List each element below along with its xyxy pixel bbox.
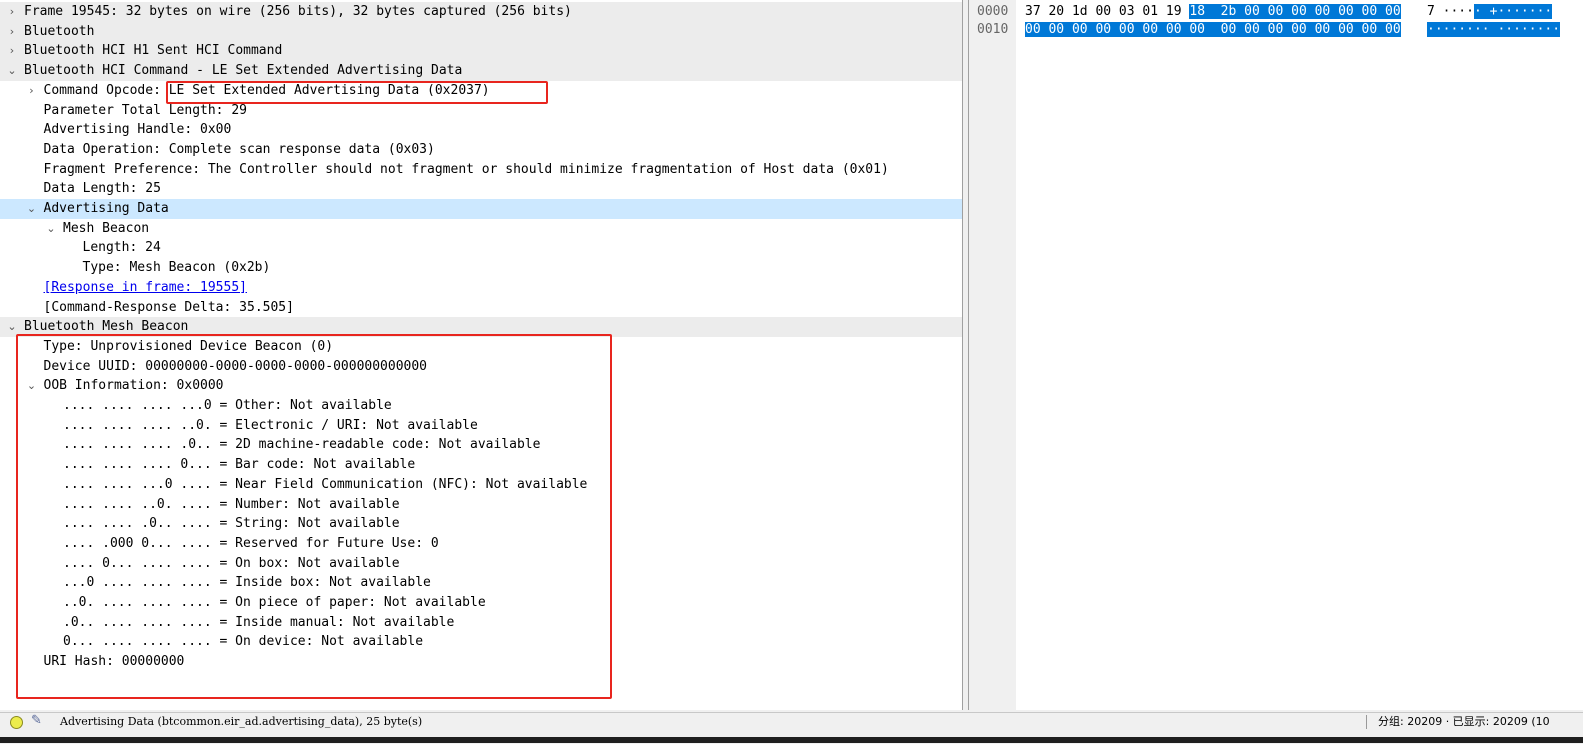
annotation-box-opcode [166, 81, 548, 104]
tree-row-label: Advertising Handle: 0x00 [43, 122, 232, 138]
tree-row[interactable]: [Response in frame: 19555] [0, 278, 962, 298]
chevron-right-icon[interactable]: › [6, 22, 18, 42]
tree-row-label: [Command-Response Delta: 35.505] [43, 299, 294, 315]
packet-bytes-pane[interactable]: 0000 0010 37 20 1d 00 03 01 19 18 2b 00 0… [968, 0, 1583, 710]
tree-row-label: Mesh Beacon [63, 220, 150, 236]
hex-offset: 0000 [977, 4, 1009, 19]
tree-row[interactable]: Length: 24 [0, 238, 962, 258]
tree-row-label: Advertising Data [43, 201, 169, 216]
hex-offset-column: 0000 0010 [969, 0, 1016, 710]
taskbar-strip [0, 737, 1583, 743]
tree-row-label: Data Length: 25 [43, 181, 161, 197]
tree-row[interactable]: ⌄ Bluetooth HCI Command - LE Set Extended… [0, 61, 962, 82]
chevron-down-icon[interactable]: ⌄ [6, 61, 18, 81]
tree-row-label: Frame 19545: 32 bytes on wire (256 bits)… [24, 4, 572, 19]
chevron-right-icon[interactable]: › [6, 2, 18, 22]
status-packets-info: 分组: 20209 · 已显示: 20209 (10 [1378, 715, 1550, 728]
hex-bytes-line[interactable]: 00 00 00 00 00 00 00 00 00 00 00 00 00 0… [1025, 21, 1401, 39]
edit-comment-icon[interactable]: ✎ [31, 713, 47, 729]
hex-ascii-line[interactable]: ········ ········ [1427, 21, 1561, 39]
tree-row[interactable]: Fragment Preference: The Controller shou… [0, 160, 962, 180]
hex-bytes-line[interactable]: 37 20 1d 00 03 01 19 18 2b 00 00 00 00 0… [1025, 3, 1401, 21]
tree-row[interactable]: Data Length: 25 [0, 179, 962, 199]
tree-row-label: Bluetooth HCI H1 Sent HCI Command [24, 43, 283, 59]
tree-row-label: Type: Mesh Beacon (0x2b) [82, 260, 271, 276]
hex-bytes-highlighted[interactable]: 00 00 00 00 00 00 00 00 00 00 00 00 00 0… [1025, 22, 1401, 37]
tree-row[interactable]: [Command-Response Delta: 35.505] [0, 298, 962, 318]
annotation-box-mesh-beacon [16, 334, 612, 699]
tree-row[interactable]: › Frame 19545: 32 bytes on wire (256 bits… [0, 2, 962, 22]
tree-row-label: Bluetooth HCI Command - LE Set Extended … [24, 63, 463, 79]
status-led-icon[interactable] [10, 716, 23, 729]
chevron-down-icon[interactable]: ⌄ [26, 199, 38, 219]
hex-ascii-highlighted[interactable]: ········ ········ [1427, 22, 1561, 37]
tree-row[interactable]: › Bluetooth HCI H1 Sent HCI Command [0, 41, 962, 62]
tree-row[interactable]: Type: Mesh Beacon (0x2b) [0, 258, 962, 278]
tree-row[interactable]: › Bluetooth [0, 21, 962, 42]
tree-row[interactable]: Advertising Handle: 0x00 [0, 120, 962, 140]
tree-row[interactable]: ⌄ Mesh Beacon [0, 219, 962, 239]
hex-ascii-highlighted[interactable]: · +······· [1473, 4, 1553, 19]
tree-row-label: Fragment Preference: The Controller shou… [43, 161, 889, 177]
chevron-right-icon[interactable]: › [26, 81, 38, 101]
hex-ascii-line[interactable]: 7 ····· +······· [1427, 3, 1553, 21]
tree-row-label: Data Operation: Complete scan response d… [43, 141, 435, 157]
tree-row[interactable]: Data Operation: Complete scan response d… [0, 140, 962, 160]
hex-ascii-plain[interactable]: 7 ···· [1427, 4, 1474, 19]
response-frame-link[interactable]: [Response in frame: 19555] [44, 278, 248, 298]
chevron-right-icon[interactable]: › [6, 41, 18, 61]
tree-row-label: Bluetooth [24, 23, 95, 39]
tree-row-label: Length: 24 [82, 240, 161, 256]
tree-row[interactable]: ⌄ Advertising Data [0, 199, 962, 219]
chevron-down-icon[interactable]: ⌄ [45, 219, 57, 239]
hex-bytes-highlighted[interactable]: 18 2b 00 00 00 00 00 00 00 [1189, 4, 1401, 19]
status-separator [1366, 715, 1367, 729]
hex-bytes-plain[interactable]: 37 20 1d 00 03 01 19 [1025, 4, 1182, 19]
hex-offset: 0010 [977, 22, 1009, 37]
status-field-info: Advertising Data (btcommon.eir_ad.advert… [60, 715, 423, 728]
